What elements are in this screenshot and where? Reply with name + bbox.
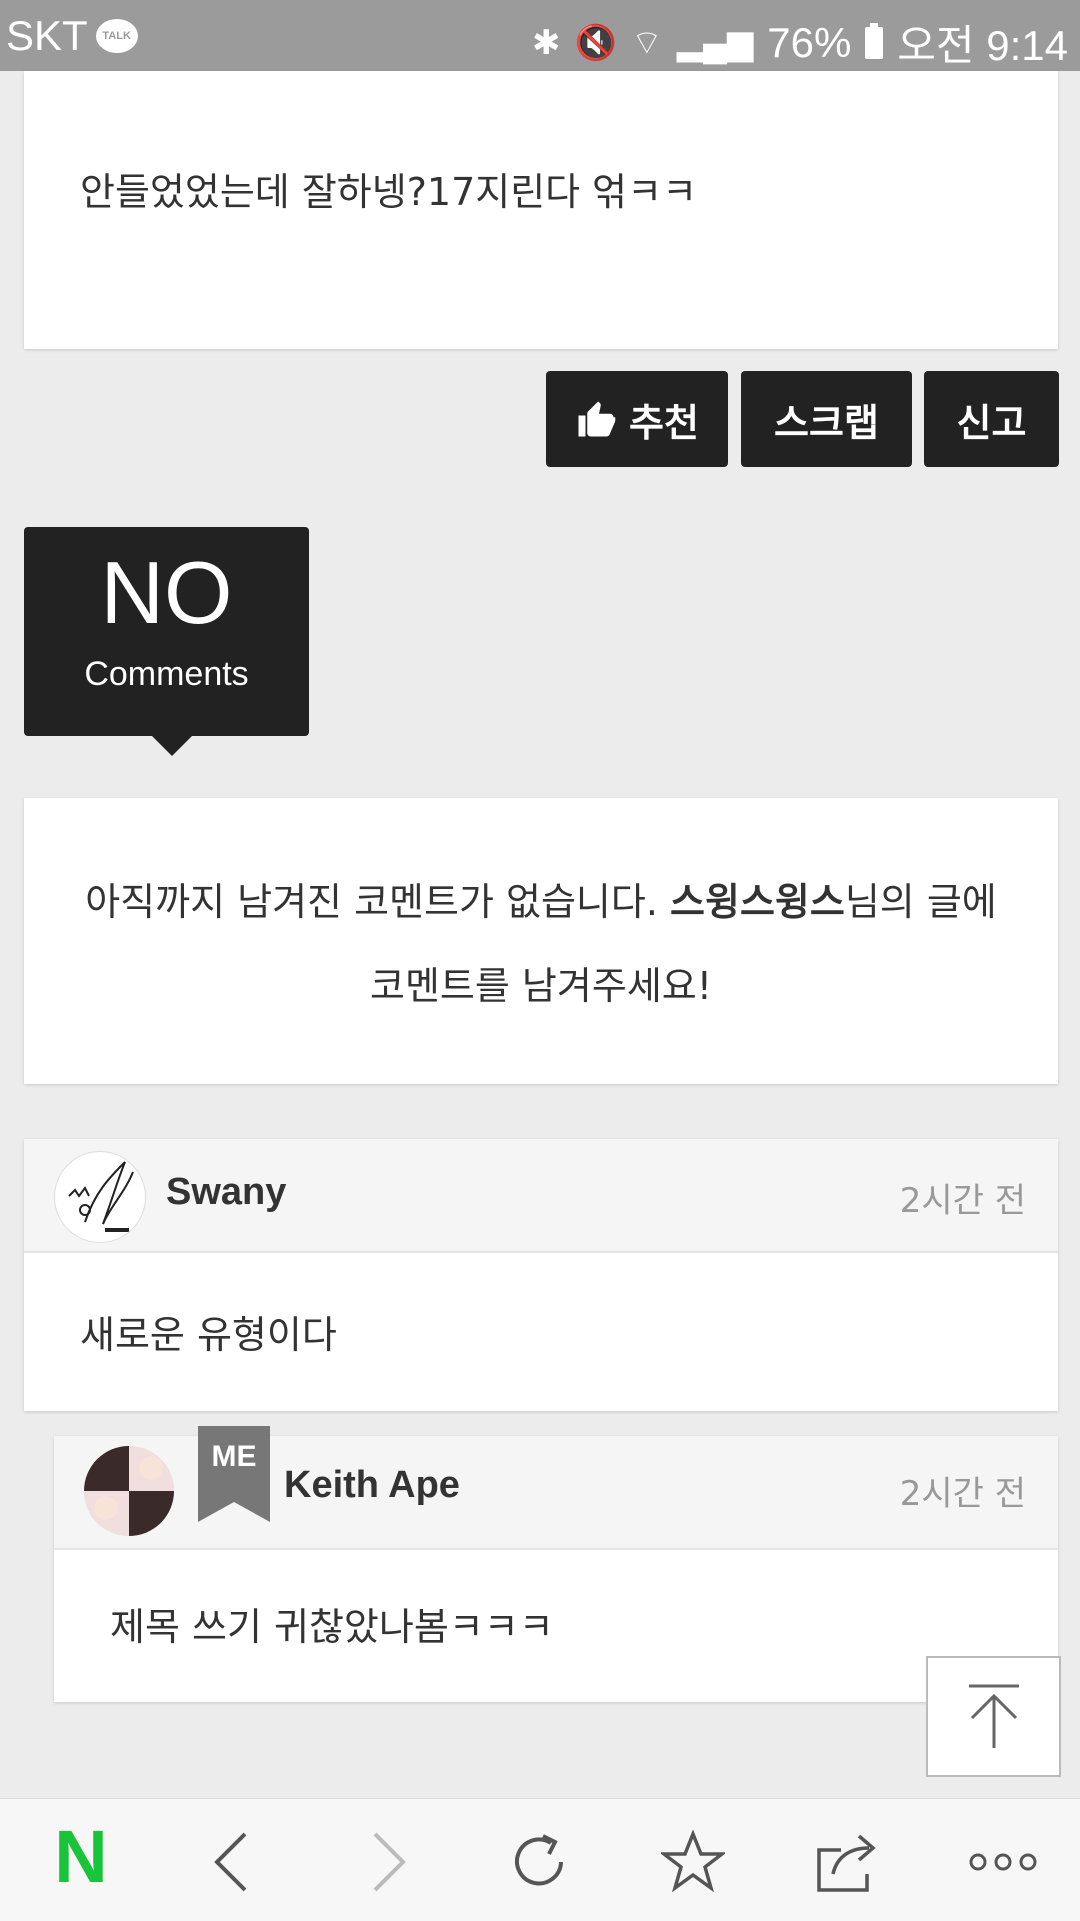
comment-author[interactable]: Keith Ape: [284, 1464, 460, 1507]
comment-time: 2시간 전: [899, 1181, 1026, 1221]
empty-comments-notice: 아직까지 남겨진 코멘트가 없습니다. 스윙스윙스님의 글에 코멘트를 남겨주세…: [24, 798, 1058, 1084]
scrap-button[interactable]: 스크랩: [741, 371, 912, 467]
comment-count-box: NO Comments: [24, 527, 309, 736]
comment-header: Swany 2시간 전: [24, 1139, 1058, 1253]
comment-item: Swany 2시간 전 새로운 유형이다: [24, 1139, 1058, 1411]
avatar[interactable]: [84, 1446, 174, 1536]
comment-reply-item: ME Keith Ape 2시간 전 제목 쓰기 귀찮았나봄ㅋㅋㅋ: [54, 1426, 1058, 1702]
swany-logo-icon: [68, 1161, 134, 1232]
browser-bottom-nav: N: [0, 1798, 1080, 1921]
post-text: 안들었었는데 잘하넹?17지린다 얶ㅋㅋ: [80, 170, 698, 214]
clock: 오전 9:14: [897, 22, 1068, 69]
recommend-label: 추천: [629, 400, 699, 445]
forward-button[interactable]: [354, 1827, 424, 1897]
carrier-label: SKT: [6, 12, 88, 59]
thumbs-up-icon: [578, 401, 616, 437]
back-icon: [214, 1832, 247, 1892]
comment-time: 2시간 전: [899, 1474, 1026, 1514]
status-bar: SKT TALK ✱ 🔇 ⌔ ▂▄▆ 76% 오전 9:14: [0, 0, 1080, 71]
post-body-card: 안들었었는데 잘하넹?17지린다 얶ㅋㅋ: [24, 71, 1058, 349]
battery-percent: 76%: [767, 18, 852, 66]
naver-home-button[interactable]: N: [46, 1815, 116, 1898]
bluetooth-icon: ✱: [532, 23, 561, 62]
me-badge: ME: [198, 1426, 270, 1522]
avatar[interactable]: [54, 1151, 146, 1243]
empty-notice-prefix: 아직까지 남겨진 코멘트가 없습니다.: [85, 880, 671, 924]
wifi-icon: ⌔: [630, 24, 663, 62]
empty-notice-text: 아직까지 남겨진 코멘트가 없습니다. 스윙스윙스님의 글에 코멘트를 남겨주세…: [84, 860, 998, 1028]
refresh-button[interactable]: [504, 1827, 574, 1897]
battery-icon: [865, 22, 884, 59]
scrap-label: 스크랩: [774, 400, 879, 445]
more-button[interactable]: [968, 1827, 1038, 1897]
scroll-top-button[interactable]: [926, 1656, 1061, 1777]
signal-icon: ▂▄▆: [676, 23, 754, 62]
me-badge-label: ME: [211, 1440, 257, 1473]
report-button[interactable]: 신고: [924, 371, 1059, 467]
bookmark-button[interactable]: [658, 1827, 728, 1897]
arrow-up-icon: [968, 1684, 1019, 1748]
recommend-button[interactable]: 추천: [546, 371, 728, 467]
share-icon: [817, 1834, 876, 1892]
comment-author[interactable]: Swany: [166, 1171, 286, 1214]
naver-logo: N: [54, 1814, 108, 1898]
kakaotalk-icon: TALK: [95, 19, 138, 53]
forward-icon: [373, 1832, 406, 1892]
comment-header: ME Keith Ape 2시간 전: [54, 1426, 1058, 1550]
talk-badge-label: TALK: [102, 30, 131, 42]
share-button[interactable]: [812, 1827, 882, 1897]
mute-icon: 🔇: [574, 23, 617, 62]
back-button[interactable]: [196, 1827, 266, 1897]
empty-notice-author: 스윙스윙스: [670, 880, 845, 924]
report-label: 신고: [956, 400, 1027, 445]
refresh-icon: [515, 1834, 563, 1886]
avatar-photo: [84, 1446, 174, 1536]
more-icon: [969, 1853, 1037, 1871]
comment-text: 제목 쓰기 귀찮았나봄ㅋㅋㅋ: [110, 1605, 554, 1649]
comment-count-label: Comments: [84, 655, 249, 693]
comment-count-value: NO: [100, 543, 233, 642]
bookmark-star-icon: [661, 1830, 725, 1893]
comment-count-pointer: [152, 736, 192, 756]
comment-text: 새로운 유형이다: [80, 1313, 337, 1357]
